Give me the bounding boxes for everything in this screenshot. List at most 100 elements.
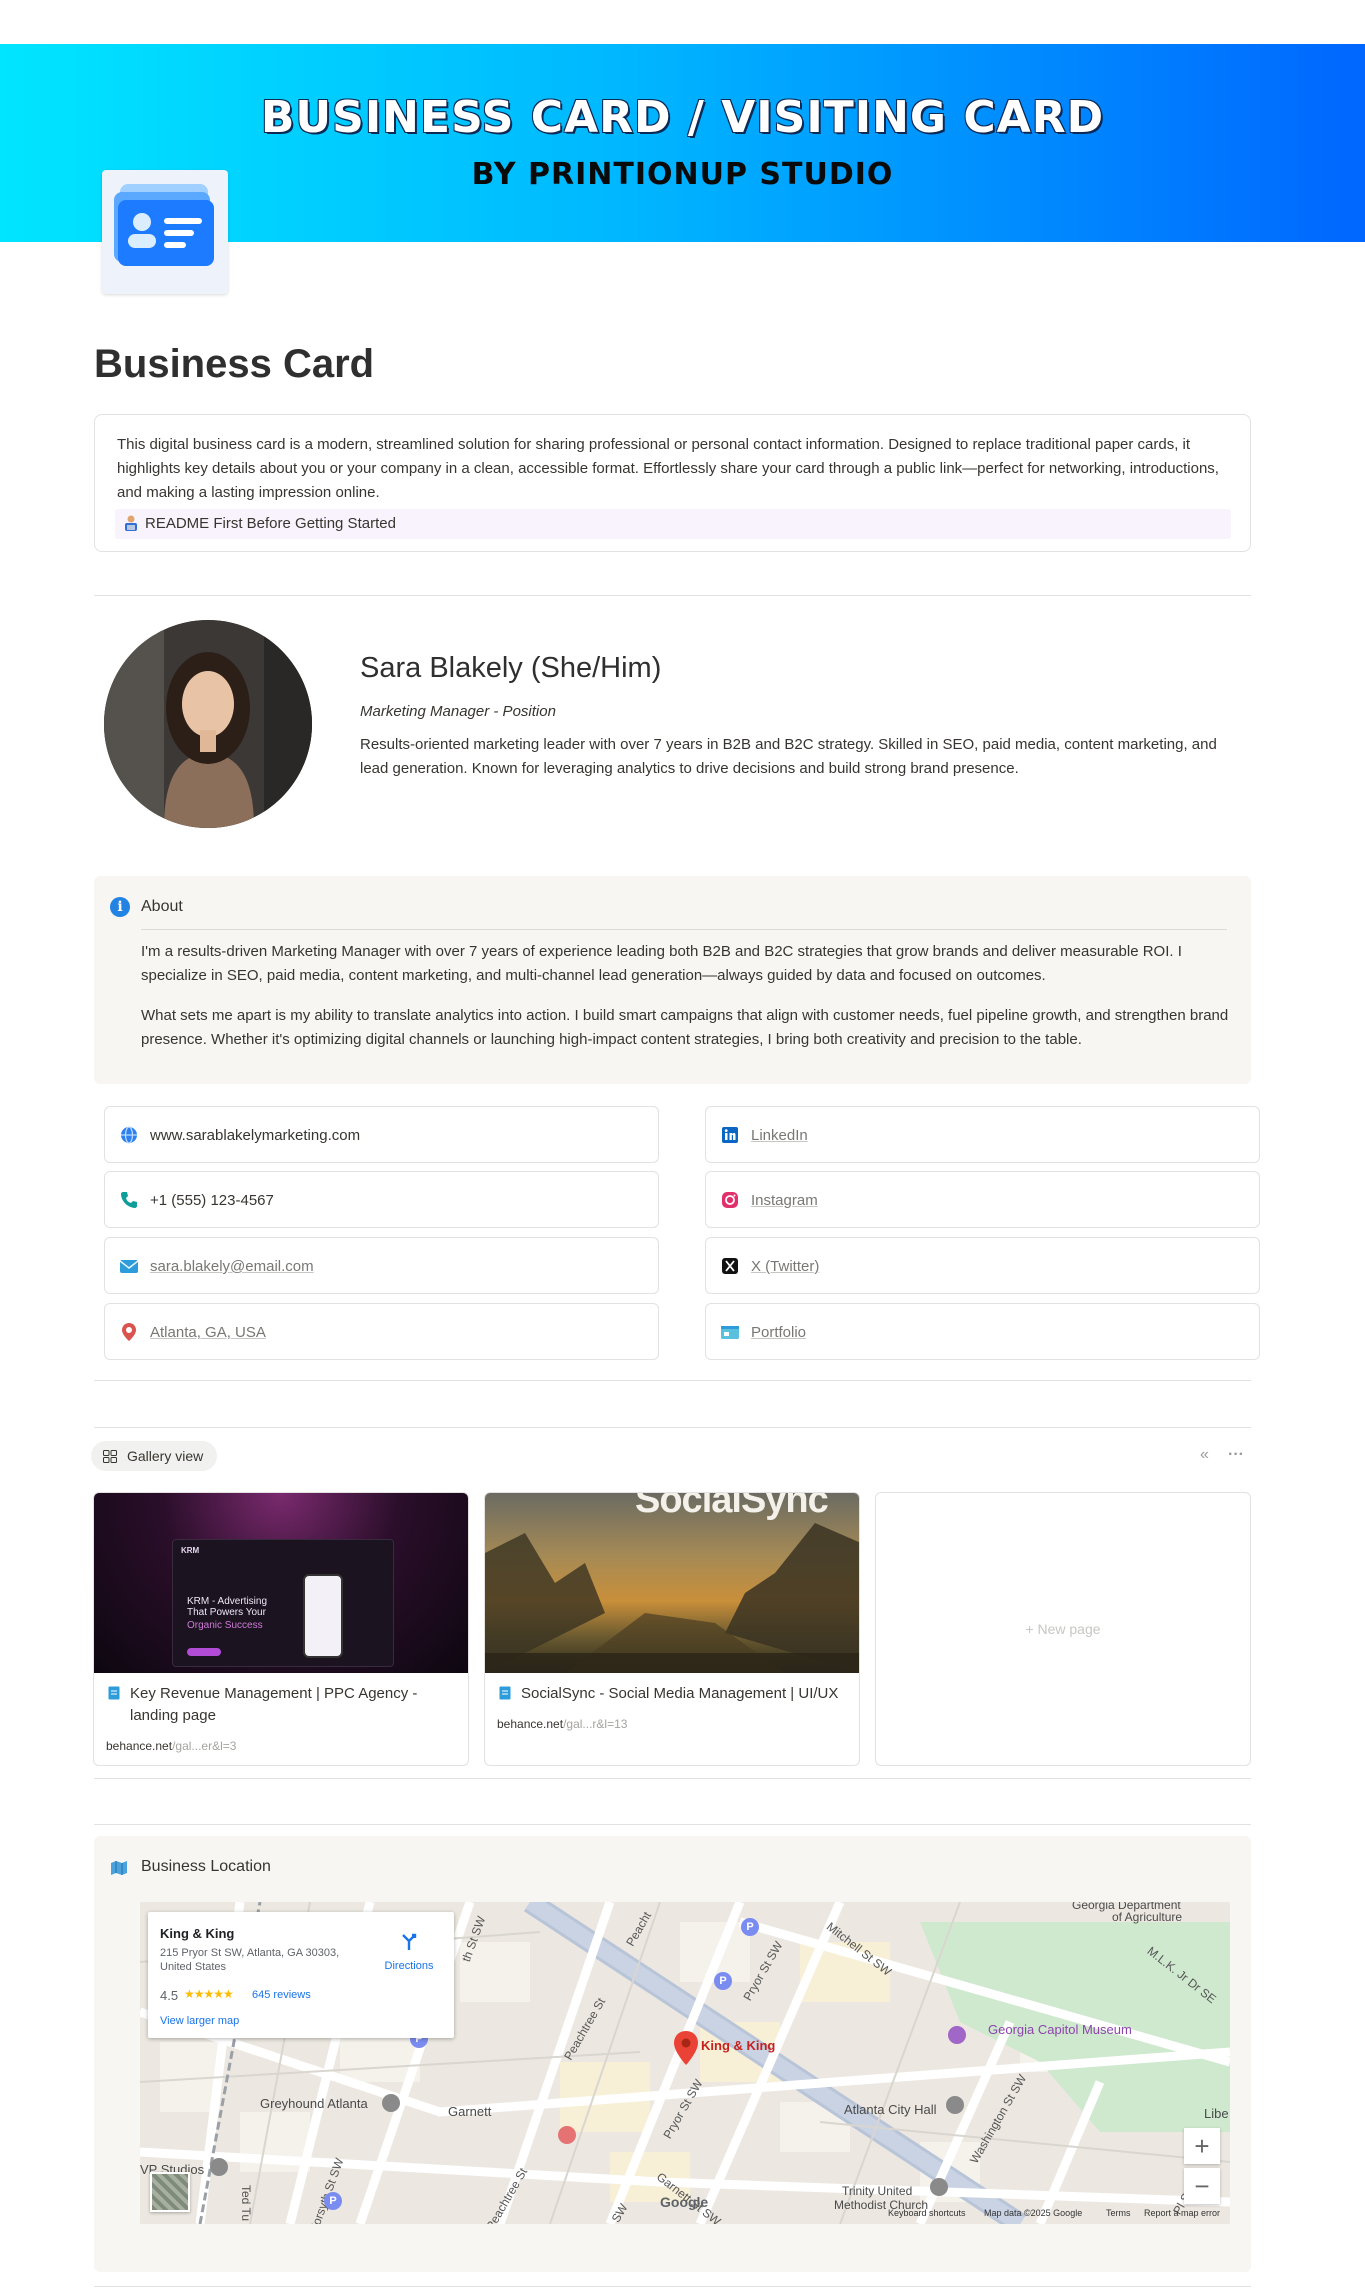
phone-icon: [121, 1192, 137, 1208]
parking-icon[interactable]: P: [324, 2192, 342, 2210]
mockup-accent: Organic Success: [187, 1620, 263, 1631]
google-logo: Google: [660, 2194, 709, 2210]
instagram-icon: [722, 1192, 738, 1208]
profile-bio: Results-oriented marketing leader with o…: [360, 736, 1217, 777]
portfolio-field[interactable]: Portfolio: [705, 1303, 1260, 1360]
email-field[interactable]: sara.blakely@email.com: [104, 1237, 659, 1294]
card-url-domain: behance.net: [497, 1717, 564, 1731]
church-label[interactable]: Trinity United: [842, 2184, 912, 2198]
place-icon[interactable]: [210, 2158, 228, 2176]
phone-text: +1 (555) 123-4567: [150, 1192, 274, 1209]
card-url[interactable]: behance.net/gal...er&l=3: [106, 1739, 236, 1753]
more-options-icon[interactable]: ···: [1228, 1446, 1244, 1464]
gallery-card[interactable]: KRM KRM - Advertising That Powers Your O…: [93, 1492, 469, 1766]
city-hall-icon[interactable]: [946, 2096, 964, 2114]
divider: [94, 595, 1251, 596]
divider: [94, 1380, 1251, 1381]
location-title: Business Location: [141, 1858, 271, 1875]
zoom-out-button[interactable]: −: [1184, 2168, 1220, 2204]
gallery-card[interactable]: SocialSync SocialSync - Social Media Man…: [484, 1492, 860, 1766]
museum-icon[interactable]: [948, 2026, 966, 2044]
agriculture-label-2[interactable]: of Agriculture: [1112, 1910, 1182, 1924]
business-card-icon: [114, 184, 214, 266]
avatar: [104, 620, 312, 828]
new-page-card[interactable]: + New page: [875, 1492, 1251, 1766]
greyhound-label[interactable]: Greyhound Atlanta: [260, 2096, 368, 2111]
twitter-field[interactable]: X (Twitter): [705, 1237, 1260, 1294]
document-icon: [108, 1686, 120, 1700]
card-url-path: /gal...r&l=13: [563, 1717, 628, 1731]
divider: [94, 2286, 1251, 2287]
instagram-link[interactable]: Instagram: [751, 1190, 818, 1212]
zoom-in-button[interactable]: +: [1184, 2128, 1220, 2164]
card-url-domain: behance.net: [106, 1739, 173, 1753]
mockup-phone: [303, 1574, 343, 1658]
place-name: King & King: [160, 1926, 235, 1941]
mockup-button: [187, 1648, 221, 1656]
about-callout: i About I'm a results-driven Marketing M…: [94, 876, 1251, 1084]
linkedin-link[interactable]: LinkedIn: [751, 1125, 808, 1147]
tab-gallery-view[interactable]: Gallery view: [91, 1441, 217, 1471]
card-url-path: /gal...er&l=3: [172, 1739, 237, 1753]
parking-icon[interactable]: P: [714, 1972, 732, 1990]
divider: [94, 1778, 1251, 1779]
museum-label[interactable]: Georgia Capitol Museum: [988, 2022, 1132, 2037]
divider: [94, 1427, 1251, 1428]
linkedin-icon: [722, 1127, 738, 1143]
restaurant-icon[interactable]: [558, 2126, 576, 2144]
satellite-toggle[interactable]: [150, 2172, 190, 2212]
report-error-link[interactable]: Report a map error: [1144, 2208, 1220, 2218]
info-icon: i: [110, 897, 130, 917]
business-location-callout: Business Location King & King Georgia Ca…: [94, 1836, 1251, 2272]
card-url[interactable]: behance.net/gal...r&l=13: [497, 1717, 627, 1731]
directions-label[interactable]: Directions: [374, 1960, 444, 1972]
city-hall-label[interactable]: Atlanta City Hall: [844, 2102, 936, 2117]
rating-stars: ★★★★★: [184, 1987, 234, 2001]
phone-field[interactable]: +1 (555) 123-4567: [104, 1171, 659, 1228]
gallery-grid-icon: [103, 1450, 117, 1463]
directions-button[interactable]: [398, 1930, 420, 1957]
browser-mockup: KRM KRM - Advertising That Powers Your O…: [172, 1539, 394, 1667]
church-icon[interactable]: [930, 2178, 948, 2196]
profile-position: Marketing Manager - Position: [360, 703, 556, 720]
about-title: About: [141, 898, 183, 915]
library-label: Libe: [1204, 2106, 1229, 2121]
mockup-logo: KRM: [181, 1546, 200, 1555]
page-icon[interactable]: [102, 170, 228, 294]
embedded-map[interactable]: King & King Georgia Capitol Museum Atlan…: [140, 1902, 1230, 2224]
collapse-icon[interactable]: «: [1200, 1446, 1209, 1464]
email-icon: [119, 1260, 139, 1273]
about-paragraph: I'm a results-driven Marketing Manager w…: [141, 943, 1182, 984]
keyboard-shortcuts-link[interactable]: Keyboard shortcuts: [888, 2208, 966, 2218]
location-text[interactable]: Atlanta, GA, USA: [150, 1322, 266, 1344]
terms-link[interactable]: Terms: [1106, 2208, 1131, 2218]
about-paragraph: What sets me apart is my ability to tran…: [141, 1007, 1229, 1048]
reviews-link[interactable]: 645 reviews: [252, 1989, 311, 2001]
place-info-card: King & King 215 Pryor St SW, Atlanta, GA…: [148, 1912, 454, 2038]
transit-icon[interactable]: [382, 2094, 400, 2112]
globe-icon: [121, 1126, 137, 1144]
garnett-station-label[interactable]: Garnett: [448, 2104, 491, 2119]
new-page-label[interactable]: + New page: [876, 1621, 1250, 1637]
parking-icon[interactable]: P: [741, 1918, 759, 1936]
website-field[interactable]: www.sarablakelymarketing.com: [104, 1106, 659, 1163]
card-title: Key Revenue Management | PPC Agency - la…: [130, 1685, 418, 1724]
street-label: Ted Tu: [239, 2184, 254, 2222]
portfolio-link[interactable]: Portfolio: [751, 1322, 806, 1344]
profile-photo: [104, 620, 312, 828]
map-pin-icon[interactable]: [673, 2030, 699, 2066]
readme-link[interactable]: README First Before Getting Started: [115, 509, 1231, 539]
banner-title: BUSINESS CARD / VISITING CARD: [260, 92, 1105, 143]
linkedin-field[interactable]: LinkedIn: [705, 1106, 1260, 1163]
about-divider: [141, 929, 1227, 930]
instagram-field[interactable]: Instagram: [705, 1171, 1260, 1228]
pin-label[interactable]: King & King: [701, 2038, 775, 2053]
profile-name: Sara Blakely (She/Him): [360, 652, 662, 684]
location-field[interactable]: Atlanta, GA, USA: [104, 1303, 659, 1360]
person-laptop-icon: [125, 515, 137, 531]
description-text: This digital business card is a modern, …: [117, 436, 1219, 501]
location-pin-icon: [122, 1323, 136, 1341]
email-text[interactable]: sara.blakely@email.com: [150, 1256, 314, 1278]
twitter-link[interactable]: X (Twitter): [751, 1256, 819, 1278]
view-larger-map-link[interactable]: View larger map: [160, 2015, 239, 2027]
